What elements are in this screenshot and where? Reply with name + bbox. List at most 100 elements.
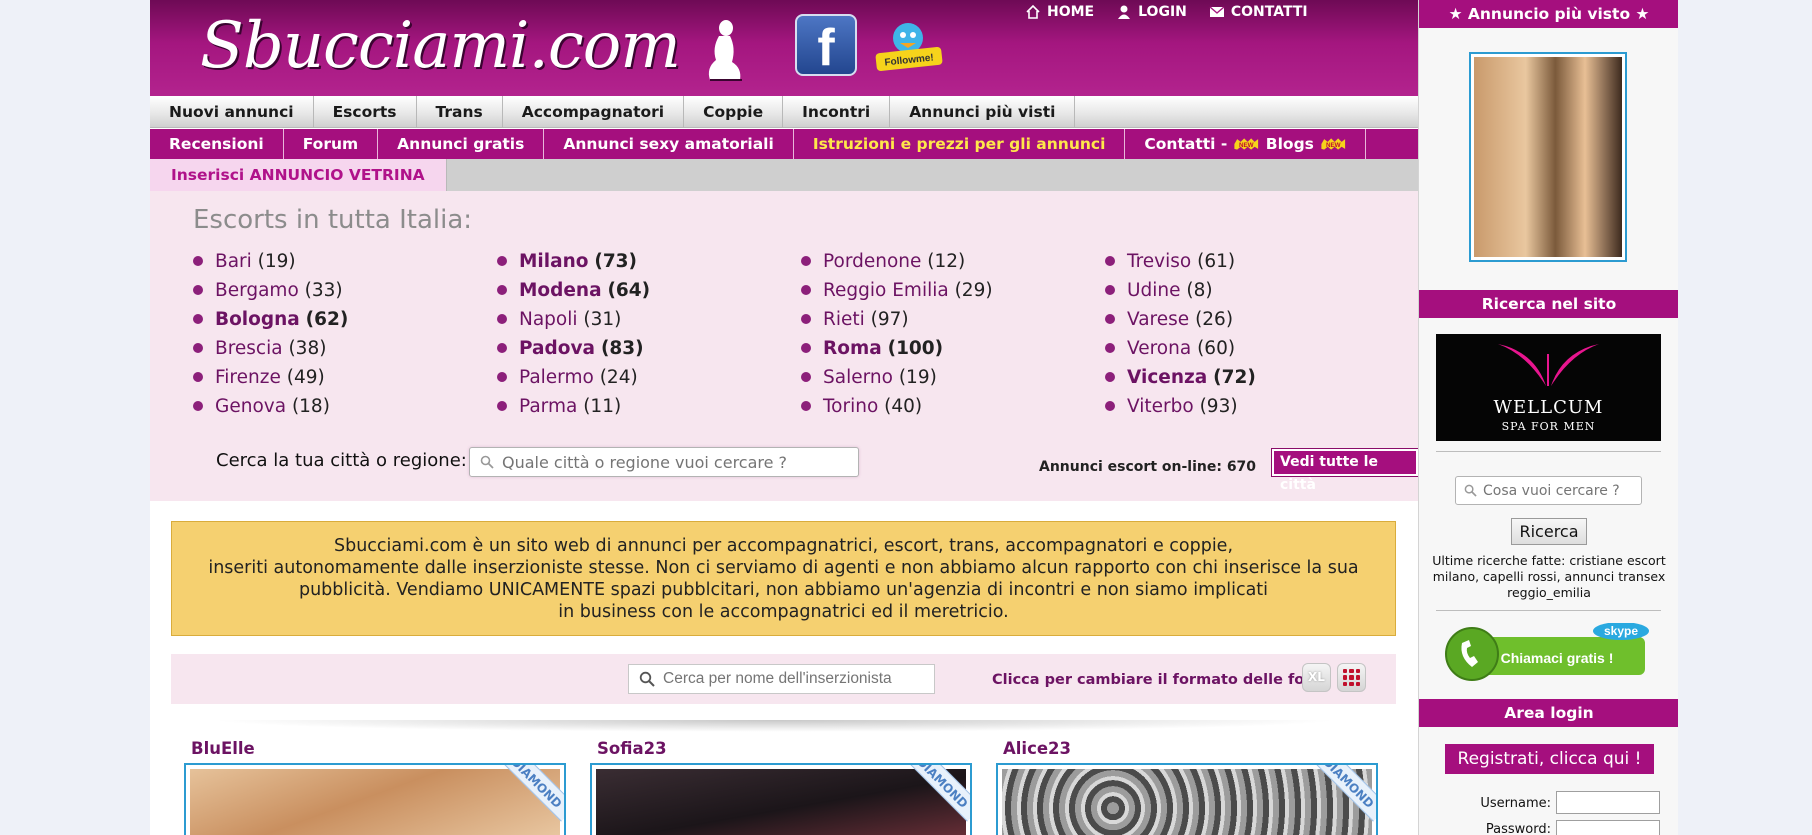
nav-annunci-piu-visti[interactable]: Annunci più visti	[890, 96, 1076, 128]
new-badge-label: NEW	[1326, 142, 1341, 149]
cities-title: Escorts in tutta Italia:	[193, 205, 473, 235]
city-link[interactable]: Udine (8)	[1105, 276, 1256, 305]
nav-home-label: HOME	[1047, 4, 1095, 20]
city-link[interactable]: Bergamo (33)	[193, 276, 348, 305]
city-name: Modena	[519, 280, 602, 301]
nav-accompagnatori[interactable]: Accompagnatori	[503, 96, 685, 128]
register-button[interactable]: Registrati, clicca qui !	[1445, 744, 1654, 774]
all-cities-button[interactable]: Vedi tutte le città	[1271, 448, 1418, 493]
listing-photo[interactable]: DIAMOND	[184, 763, 566, 835]
city-link[interactable]: Pordenone (12)	[801, 247, 993, 276]
listing-name[interactable]: Sofia23	[597, 739, 972, 763]
listing-card[interactable]: Sofia23 DIAMOND	[590, 739, 972, 835]
city-link[interactable]: Parma (11)	[497, 392, 650, 421]
nav-annunci-sexy[interactable]: Annunci sexy amatoriali	[544, 129, 794, 159]
site-search-input[interactable]	[1483, 482, 1633, 499]
listing-card[interactable]: BluElle DIAMOND	[184, 739, 566, 835]
nav-contacts-link[interactable]: CONTATTI	[1209, 4, 1308, 20]
password-field[interactable]	[1556, 820, 1660, 835]
city-count: (24)	[599, 367, 638, 388]
bullet-icon	[801, 343, 811, 353]
city-count: (40)	[884, 396, 923, 417]
city-link[interactable]: Napoli (31)	[497, 305, 650, 334]
city-link[interactable]: Roma (100)	[801, 334, 993, 363]
wellcum-banner[interactable]: WELLCUM SPA FOR MEN	[1436, 334, 1661, 441]
format-label: Clicca per cambiare il formato delle fot…	[992, 672, 1322, 688]
facebook-icon[interactable]: f	[795, 14, 857, 77]
listing-photo[interactable]: DIAMOND	[590, 763, 972, 835]
city-link[interactable]: Bari (19)	[193, 247, 348, 276]
city-count: (97)	[870, 309, 909, 330]
listing-name[interactable]: Alice23	[1003, 739, 1378, 763]
format-grid-button[interactable]	[1337, 663, 1366, 692]
search-button[interactable]: Ricerca	[1511, 518, 1587, 545]
listing-divider	[210, 720, 1340, 732]
city-name: Palermo	[519, 367, 594, 388]
nav-istruzioni-prezzi[interactable]: Istruzioni e prezzi per gli annunci	[794, 129, 1126, 159]
nav-recensioni[interactable]: Recensioni	[150, 129, 284, 159]
city-link[interactable]: Viterbo (93)	[1105, 392, 1256, 421]
city-link[interactable]: Vicenza (72)	[1105, 363, 1256, 392]
city-link[interactable]: Verona (60)	[1105, 334, 1256, 363]
bullet-icon	[801, 372, 811, 382]
listing-name[interactable]: BluElle	[191, 739, 566, 763]
grid-cell-icon	[1355, 675, 1360, 680]
city-count: (100)	[887, 338, 944, 359]
city-link[interactable]: Padova (83)	[497, 334, 650, 363]
nav-home-link[interactable]: HOME	[1025, 4, 1094, 20]
city-search-input[interactable]	[502, 452, 832, 472]
listing-photo[interactable]: DIAMOND	[996, 763, 1378, 835]
most-viewed-photo[interactable]	[1469, 52, 1627, 262]
nav-incontri[interactable]: Incontri	[783, 96, 891, 128]
username-field[interactable]	[1556, 791, 1660, 814]
city-link[interactable]: Brescia (38)	[193, 334, 348, 363]
name-search-input[interactable]	[663, 670, 933, 688]
city-link[interactable]: Rieti (97)	[801, 305, 993, 334]
listing-card[interactable]: Alice23 DIAMOND	[996, 739, 1378, 835]
twitter-follow-icon[interactable]: Followme!	[872, 18, 946, 76]
city-link[interactable]: Treviso (61)	[1105, 247, 1256, 276]
nav-trans[interactable]: Trans	[417, 96, 503, 128]
city-name: Genova	[215, 396, 287, 417]
nav-annunci-gratis[interactable]: Annunci gratis	[378, 129, 545, 159]
nav-forum[interactable]: Forum	[284, 129, 379, 159]
listing-photo-image	[190, 769, 560, 835]
city-link[interactable]: Firenze (49)	[193, 363, 348, 392]
city-link[interactable]: Modena (64)	[497, 276, 650, 305]
skype-call-banner[interactable]: skype Chiamaci gratis !	[1445, 623, 1650, 681]
nav-coppie[interactable]: Coppie	[684, 96, 784, 128]
city-count: (19)	[898, 367, 937, 388]
city-count: (38)	[288, 338, 327, 359]
site-logo[interactable]: Sbucciami.com	[200, 0, 681, 96]
login-header: Area login	[1419, 699, 1678, 727]
page: Sbucciami.com f Followme! HOME LOGIN CON…	[150, 0, 1678, 835]
main-column: Sbucciami.com f Followme! HOME LOGIN CON…	[150, 0, 1418, 835]
city-link[interactable]: Genova (18)	[193, 392, 348, 421]
city-link[interactable]: Milano (73)	[497, 247, 650, 276]
nav-inserisci-vetrina[interactable]: Inserisci ANNUNCIO VETRINA	[150, 159, 447, 191]
nav-contatti[interactable]: Contatti -	[1144, 129, 1227, 159]
bullet-icon	[193, 372, 203, 382]
disclaimer-box: Sbucciami.com è un sito web di annunci p…	[171, 521, 1396, 636]
bullet-icon	[1105, 372, 1115, 382]
city-link[interactable]: Varese (26)	[1105, 305, 1256, 334]
nav-login-link[interactable]: LOGIN	[1116, 4, 1187, 20]
city-name: Torino	[823, 396, 879, 417]
most-viewed-title: Annuncio più visto	[1467, 5, 1631, 23]
nav-contatti-blogs: Contatti - NEW Blogs NEW	[1125, 129, 1367, 159]
divider	[1436, 610, 1661, 611]
nav-escorts[interactable]: Escorts	[314, 96, 417, 128]
most-viewed-photo-image	[1474, 57, 1622, 257]
city-count: (31)	[583, 309, 622, 330]
grid-cell-icon	[1343, 681, 1348, 686]
format-xl-button[interactable]: XL	[1302, 663, 1331, 692]
nav-blogs[interactable]: Blogs	[1266, 129, 1314, 159]
city-link[interactable]: Bologna (62)	[193, 305, 348, 334]
city-link[interactable]: Palermo (24)	[497, 363, 650, 392]
nav-nuovi-annunci[interactable]: Nuovi annunci	[150, 96, 314, 128]
city-link[interactable]: Torino (40)	[801, 392, 993, 421]
city-link[interactable]: Reggio Emilia (29)	[801, 276, 993, 305]
grid-cell-icon	[1355, 669, 1360, 674]
city-link[interactable]: Salerno (19)	[801, 363, 993, 392]
city-column-1: Bari (19) Bergamo (33) Bologna (62) Bres…	[193, 247, 348, 421]
